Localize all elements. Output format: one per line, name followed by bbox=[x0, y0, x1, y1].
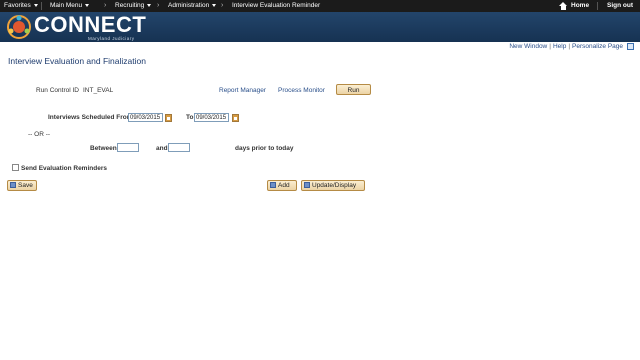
nav-divider bbox=[41, 2, 42, 10]
link-separator: | bbox=[549, 43, 551, 51]
add-button[interactable]: Add bbox=[267, 180, 297, 191]
breadcrumb-chevron-icon: › bbox=[157, 2, 160, 9]
between-days-field[interactable] bbox=[117, 143, 139, 152]
run-control-value: INT_EVAL bbox=[83, 87, 114, 94]
save-label: Save bbox=[18, 182, 33, 189]
run-button[interactable]: Run bbox=[336, 84, 371, 95]
top-nav: Favorites Main Menu › Recruiting › Admin… bbox=[0, 0, 640, 12]
update-display-button[interactable]: Update/Display bbox=[301, 180, 365, 191]
search-icon bbox=[304, 182, 310, 189]
add-icon bbox=[270, 182, 276, 189]
process-monitor-link[interactable]: Process Monitor bbox=[278, 87, 325, 94]
chevron-down-icon bbox=[33, 3, 38, 7]
send-reminders-label: Send Evaluation Reminders bbox=[21, 165, 107, 172]
administration-menu[interactable]: Administration bbox=[168, 0, 217, 12]
personalize-page-link[interactable]: Personalize Page bbox=[572, 43, 623, 50]
between-label: Between bbox=[90, 145, 117, 152]
save-icon bbox=[10, 182, 16, 189]
update-display-label: Update/Display bbox=[312, 182, 357, 189]
link-separator: | bbox=[568, 43, 571, 51]
calendar-icon[interactable] bbox=[232, 114, 239, 122]
home-icon[interactable] bbox=[559, 2, 568, 10]
favorites-menu[interactable]: Favorites bbox=[4, 0, 38, 12]
breadcrumb-chevron-icon: › bbox=[221, 2, 224, 9]
page-title: Interview Evaluation and Finalization bbox=[8, 56, 146, 66]
or-label: -- OR -- bbox=[28, 131, 51, 138]
from-date-field[interactable]: 09/03/2015 bbox=[128, 113, 163, 122]
brand-name: CONNECT bbox=[34, 12, 147, 37]
breadcrumb-current: Interview Evaluation Reminder bbox=[232, 2, 321, 9]
chevron-down-icon bbox=[147, 3, 152, 7]
to-label: To bbox=[186, 114, 194, 121]
days-prior-label: days prior to today bbox=[235, 145, 294, 152]
interviews-from-label: Interviews Scheduled From bbox=[48, 114, 133, 121]
favorites-label: Favorites bbox=[4, 2, 31, 9]
help-link[interactable]: Help bbox=[553, 43, 566, 50]
chevron-down-icon bbox=[212, 3, 217, 7]
administration-label: Administration bbox=[168, 2, 210, 9]
and-days-field[interactable] bbox=[168, 143, 190, 152]
recruiting-menu[interactable]: Recruiting bbox=[115, 0, 152, 12]
run-control-label: Run Control ID bbox=[36, 87, 79, 94]
sign-out-link[interactable]: Sign out bbox=[607, 0, 633, 12]
breadcrumb-chevron-icon: › bbox=[104, 2, 107, 9]
report-manager-link[interactable]: Report Manager bbox=[219, 87, 266, 94]
brand-subtitle: Maryland Judiciary bbox=[88, 36, 135, 41]
main-menu[interactable]: Main Menu bbox=[50, 0, 90, 12]
home-link[interactable]: Home bbox=[571, 0, 589, 12]
recruiting-label: Recruiting bbox=[115, 2, 145, 9]
send-reminders-checkbox[interactable] bbox=[12, 164, 19, 171]
page-links: New Window | Help | Personalize Page bbox=[509, 43, 634, 50]
nav-divider bbox=[597, 2, 598, 10]
add-label: Add bbox=[278, 182, 290, 189]
calendar-icon[interactable] bbox=[165, 114, 172, 122]
save-button[interactable]: Save bbox=[7, 180, 37, 191]
connect-logo-icon bbox=[7, 15, 31, 39]
grid-icon[interactable] bbox=[627, 43, 634, 50]
and-label: and bbox=[156, 145, 168, 152]
main-menu-label: Main Menu bbox=[50, 2, 83, 9]
new-window-link[interactable]: New Window bbox=[509, 43, 547, 50]
chevron-down-icon bbox=[85, 3, 90, 7]
to-date-field[interactable]: 09/03/2015 bbox=[194, 113, 229, 122]
